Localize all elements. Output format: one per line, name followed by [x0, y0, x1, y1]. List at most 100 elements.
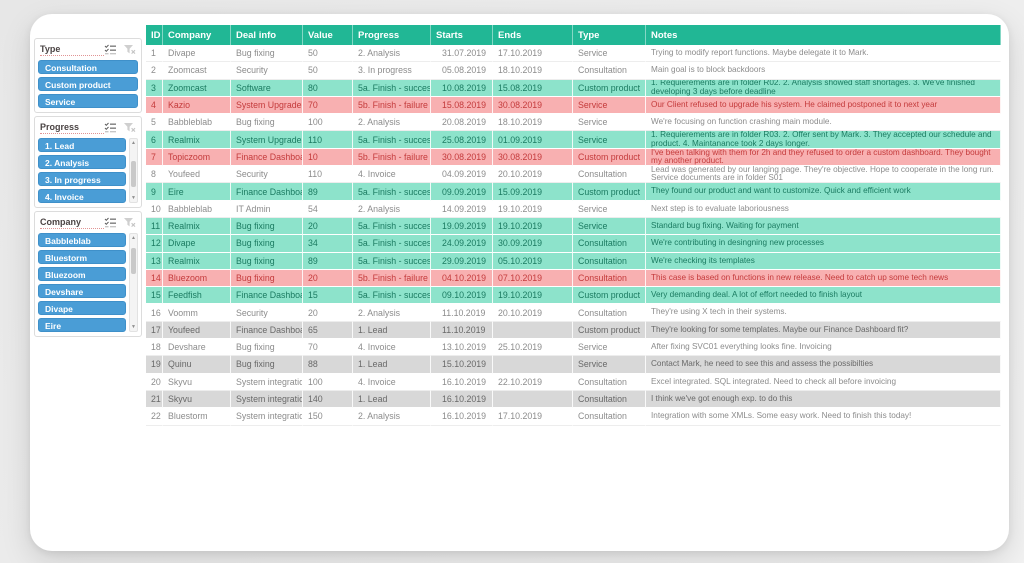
- cell-ends[interactable]: 30.08.2019: [493, 96, 573, 115]
- cell-ends[interactable]: 22.10.2019: [493, 373, 573, 391]
- cell-ends[interactable]: 07.10.2019: [493, 269, 573, 288]
- cell-starts[interactable]: 04.10.2019: [431, 269, 493, 288]
- cell-value[interactable]: 15: [303, 287, 353, 305]
- column-header-company[interactable]: Company: [163, 25, 231, 45]
- cell-notes[interactable]: We're checking its templates: [646, 252, 1001, 270]
- cell-progress[interactable]: 1. Lead: [353, 390, 431, 409]
- cell-notes[interactable]: After fixing SVC01 everything looks fine…: [646, 339, 1001, 357]
- column-header-id[interactable]: ID: [146, 25, 163, 45]
- cell-value[interactable]: 100: [303, 373, 353, 391]
- cell-id[interactable]: 2: [146, 62, 163, 80]
- cell-type[interactable]: Consultation: [573, 252, 646, 270]
- cell-value[interactable]: 50: [303, 45, 353, 63]
- scroll-up-icon[interactable]: ▲: [131, 235, 136, 241]
- column-header-ends[interactable]: Ends: [493, 25, 573, 45]
- cell-type[interactable]: Consultation: [573, 390, 646, 409]
- cell-type[interactable]: Consultation: [573, 269, 646, 288]
- cell-value[interactable]: 20: [303, 304, 353, 322]
- cell-progress[interactable]: 1. Lead: [353, 356, 431, 374]
- cell-company[interactable]: Youfeed: [163, 321, 231, 340]
- cell-company[interactable]: Zoomcast: [163, 79, 231, 97]
- cell-value[interactable]: 150: [303, 408, 353, 426]
- cell-ends[interactable]: 15.08.2019: [493, 79, 573, 97]
- slicer-scrollbar[interactable]: ▲ ▼: [129, 233, 138, 332]
- slicer-item-2-analysis[interactable]: 2. Analysis: [38, 155, 126, 169]
- cell-id[interactable]: 15: [146, 287, 163, 305]
- cell-deal[interactable]: Software: [231, 79, 303, 97]
- cell-id[interactable]: 21: [146, 390, 163, 409]
- cell-notes[interactable]: Lead was generated by our langing page. …: [646, 166, 1001, 184]
- multi-select-icon[interactable]: [104, 122, 117, 133]
- cell-progress[interactable]: 4. Invoice: [353, 339, 431, 357]
- cell-id[interactable]: 5: [146, 114, 163, 132]
- cell-deal[interactable]: IT Admin: [231, 200, 303, 218]
- cell-id[interactable]: 19: [146, 356, 163, 374]
- cell-ends[interactable]: 20.10.2019: [493, 304, 573, 322]
- cell-deal[interactable]: System Upgrade: [231, 131, 303, 149]
- cell-value[interactable]: 50: [303, 62, 353, 80]
- cell-type[interactable]: Service: [573, 45, 646, 63]
- cell-id[interactable]: 6: [146, 131, 163, 149]
- cell-notes[interactable]: I think we've got enough exp. to do this: [646, 390, 1001, 409]
- cell-progress[interactable]: 5a. Finish - success: [353, 252, 431, 270]
- cell-starts[interactable]: 04.09.2019: [431, 166, 493, 184]
- cell-progress[interactable]: 5a. Finish - success: [353, 131, 431, 149]
- cell-id[interactable]: 1: [146, 45, 163, 63]
- scroll-down-icon[interactable]: ▼: [131, 324, 136, 330]
- cell-type[interactable]: Consultation: [573, 408, 646, 426]
- cell-starts[interactable]: 05.08.2019: [431, 62, 493, 80]
- cell-value[interactable]: 70: [303, 96, 353, 115]
- cell-progress[interactable]: 3. In progress: [353, 62, 431, 80]
- cell-progress[interactable]: 5b. Finish - failure: [353, 269, 431, 288]
- cell-company[interactable]: Topiczoom: [163, 148, 231, 167]
- cell-deal[interactable]: Bug fixing: [231, 252, 303, 270]
- cell-deal[interactable]: Finance Dashboard: [231, 148, 303, 167]
- cell-starts[interactable]: 09.09.2019: [431, 183, 493, 201]
- cell-company[interactable]: Divape: [163, 235, 231, 253]
- slicer-item-bluestorm[interactable]: Bluestorm: [38, 250, 126, 264]
- cell-value[interactable]: 110: [303, 166, 353, 184]
- cell-ends[interactable]: [493, 390, 573, 409]
- slicer-item-devshare[interactable]: Devshare: [38, 284, 126, 298]
- cell-type[interactable]: Service: [573, 131, 646, 149]
- cell-type[interactable]: Service: [573, 96, 646, 115]
- cell-deal[interactable]: System Upgrade: [231, 96, 303, 115]
- scrollbar-thumb[interactable]: [131, 161, 136, 187]
- cell-value[interactable]: 89: [303, 252, 353, 270]
- cell-value[interactable]: 89: [303, 183, 353, 201]
- cell-company[interactable]: Realmix: [163, 217, 231, 236]
- cell-deal[interactable]: Bug fixing: [231, 356, 303, 374]
- cell-starts[interactable]: 13.10.2019: [431, 339, 493, 357]
- cell-progress[interactable]: 1. Lead: [353, 321, 431, 340]
- cell-starts[interactable]: 31.07.2019: [431, 45, 493, 63]
- cell-id[interactable]: 16: [146, 304, 163, 322]
- cell-starts[interactable]: 24.09.2019: [431, 235, 493, 253]
- cell-value[interactable]: 65: [303, 321, 353, 340]
- cell-id[interactable]: 13: [146, 252, 163, 270]
- cell-starts[interactable]: 29.09.2019: [431, 252, 493, 270]
- cell-notes[interactable]: Standard bug fixing. Waiting for payment: [646, 217, 1001, 236]
- cell-value[interactable]: 100: [303, 114, 353, 132]
- cell-deal[interactable]: Bug fixing: [231, 45, 303, 63]
- cell-ends[interactable]: 19.10.2019: [493, 200, 573, 218]
- cell-id[interactable]: 7: [146, 148, 163, 167]
- cell-value[interactable]: 54: [303, 200, 353, 218]
- cell-value[interactable]: 70: [303, 339, 353, 357]
- cell-notes[interactable]: They're looking for some templates. Mayb…: [646, 321, 1001, 340]
- cell-type[interactable]: Consultation: [573, 62, 646, 80]
- cell-id[interactable]: 12: [146, 235, 163, 253]
- cell-progress[interactable]: 5b. Finish - failure: [353, 148, 431, 167]
- cell-type[interactable]: Consultation: [573, 235, 646, 253]
- cell-deal[interactable]: Bug fixing: [231, 217, 303, 236]
- slicer-item-consultation[interactable]: Consultation: [38, 60, 138, 74]
- cell-notes[interactable]: Our Client refused to upgrade his system…: [646, 96, 1001, 115]
- cell-ends[interactable]: 20.10.2019: [493, 166, 573, 184]
- cell-notes[interactable]: Excel integrated. SQL integrated. Need t…: [646, 373, 1001, 391]
- slicer-item-eire[interactable]: Eire: [38, 318, 126, 332]
- cell-type[interactable]: Custom product: [573, 321, 646, 340]
- cell-type[interactable]: Custom product: [573, 79, 646, 97]
- cell-starts[interactable]: 10.08.2019: [431, 79, 493, 97]
- cell-progress[interactable]: 5a. Finish - success: [353, 287, 431, 305]
- column-header-starts[interactable]: Starts: [431, 25, 493, 45]
- cell-value[interactable]: 80: [303, 79, 353, 97]
